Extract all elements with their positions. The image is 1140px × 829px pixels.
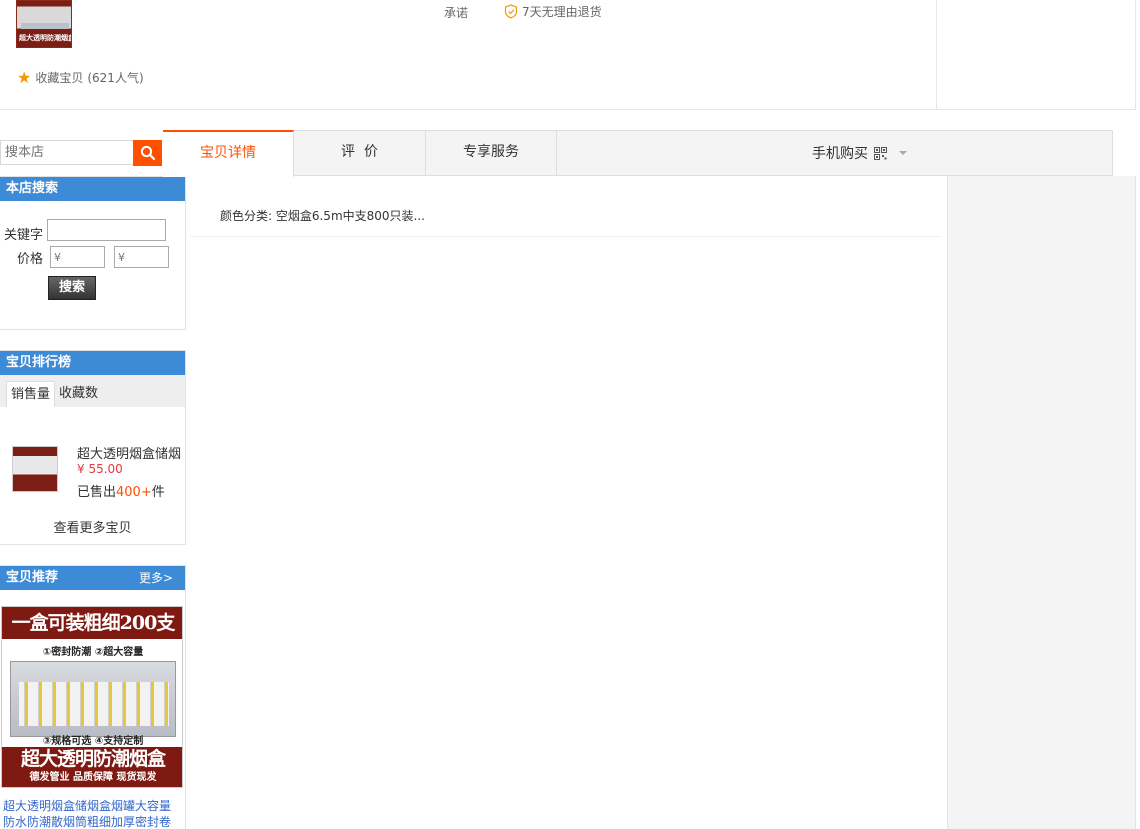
shop-search-bar xyxy=(0,140,163,166)
thumb-box-graphic xyxy=(21,23,69,29)
divider xyxy=(1135,0,1136,110)
image-headline: 一盒可装粗细200支 xyxy=(2,607,182,639)
promise-label: 承诺 xyxy=(444,6,469,20)
view-more-link[interactable]: 查看更多宝贝 xyxy=(0,517,185,536)
keyword-row: 关键字 xyxy=(4,216,167,243)
tab-reviews[interactable]: 评 价 xyxy=(294,130,426,176)
ranking-item-image[interactable] xyxy=(12,446,58,492)
tab-details[interactable]: 宝贝详情 xyxy=(163,130,294,177)
divider xyxy=(190,236,940,237)
qr-code-icon xyxy=(874,146,887,160)
star-icon: ★ xyxy=(17,67,32,87)
right-sidebar xyxy=(947,176,1136,829)
mobile-buy-label: 手机购买 xyxy=(812,146,868,162)
sold-count: 400+ xyxy=(116,485,152,500)
price-min-input[interactable] xyxy=(50,246,106,268)
tab-sales[interactable]: 销售量 xyxy=(6,381,56,407)
shop-search-input[interactable] xyxy=(0,140,133,165)
image-banner-sub: 德发管业 品质保障 现货现发 xyxy=(29,772,157,783)
mobile-buy-button[interactable]: 手机购买 xyxy=(812,131,907,175)
divider xyxy=(936,0,937,110)
favorite-button[interactable]: ★ 收藏宝贝 (621人气) xyxy=(17,69,144,86)
sold-suffix: 件 xyxy=(151,485,165,500)
recommend-item-image[interactable]: 一盒可装粗细200支 ①密封防潮 ②超大容量 ③规格可选 ④支持定制 超大透明防… xyxy=(1,606,183,788)
ranking-panel: 宝贝排行榜 销售量 收藏数 超大透明烟盒储烟 ¥ 55.00 已售出400+件 … xyxy=(0,350,186,545)
price-row: 价格 xyxy=(17,246,170,268)
ranking-item-sold: 已售出400+件 xyxy=(77,481,165,500)
attribute-color: 颜色分类: 空烟盒6.5m中支800只装... xyxy=(220,209,425,223)
favorite-count: (621人气) xyxy=(87,71,144,85)
panel-header: 宝贝推荐 更多> xyxy=(0,566,185,590)
keyword-label: 关键字 xyxy=(4,228,44,243)
product-thumbnail[interactable]: 超大透明防潮烟盒 xyxy=(16,0,72,48)
detail-content: 颜色分类: 空烟盒6.5m中支800只装... xyxy=(190,176,940,829)
search-icon xyxy=(140,145,155,161)
thumb-text: 超大透明防潮烟盒 xyxy=(19,34,72,42)
shop-search-button[interactable] xyxy=(133,140,162,166)
tab-favorites[interactable]: 收藏数 xyxy=(55,381,102,407)
more-link[interactable]: 更多> xyxy=(139,566,173,590)
price-max-input[interactable] xyxy=(114,246,170,268)
return-policy-text: 7天无理由退货 xyxy=(522,5,602,19)
ranking-item-title[interactable]: 超大透明烟盒储烟 xyxy=(77,443,181,462)
recommend-item-title[interactable]: 超大透明烟盒储烟盒烟罐大容量防水防潮散烟筒粗细加厚密封卷 xyxy=(3,798,179,829)
image-banner-title: 超大透明防潮烟盒 xyxy=(20,748,166,770)
keyword-input[interactable] xyxy=(47,218,167,241)
sold-prefix: 已售出 xyxy=(77,485,117,500)
ranking-tabs: 销售量 收藏数 xyxy=(0,375,185,407)
image-feature-line: ①密封防潮 ②超大容量 xyxy=(42,647,144,658)
recommend-panel: 宝贝推荐 更多> 一盒可装粗细200支 ①密封防潮 ②超大容量 ③规格可选 ④支… xyxy=(0,565,186,829)
shield-check-icon xyxy=(504,4,518,19)
price-label: 价格 xyxy=(17,251,44,267)
image-feature-line: ③规格可选 ④支持定制 xyxy=(42,736,144,747)
detail-tabbar: 宝贝详情 评 价 专享服务 手机购买 xyxy=(163,130,1113,177)
return-policy-badge[interactable]: 7天无理由退货 xyxy=(504,3,602,20)
favorite-label: 收藏宝贝 xyxy=(35,71,84,85)
image-banner: 超大透明防潮烟盒 德发管业 品质保障 现货现发 xyxy=(2,747,182,787)
search-submit-button[interactable]: 搜索 xyxy=(48,276,96,300)
ranking-item-price: ¥ 55.00 xyxy=(77,462,123,476)
panel-title: 本店搜索 xyxy=(0,177,185,201)
product-summary: 超大透明防潮烟盒 ★ 收藏宝贝 (621人气) 承诺 7天无理由退货 xyxy=(0,0,1136,110)
chevron-down-icon xyxy=(899,151,907,155)
tab-services[interactable]: 专享服务 xyxy=(426,130,557,176)
panel-title: 宝贝排行榜 xyxy=(0,351,185,375)
product-box-graphic xyxy=(10,661,176,737)
panel-title: 宝贝推荐 xyxy=(6,570,59,585)
